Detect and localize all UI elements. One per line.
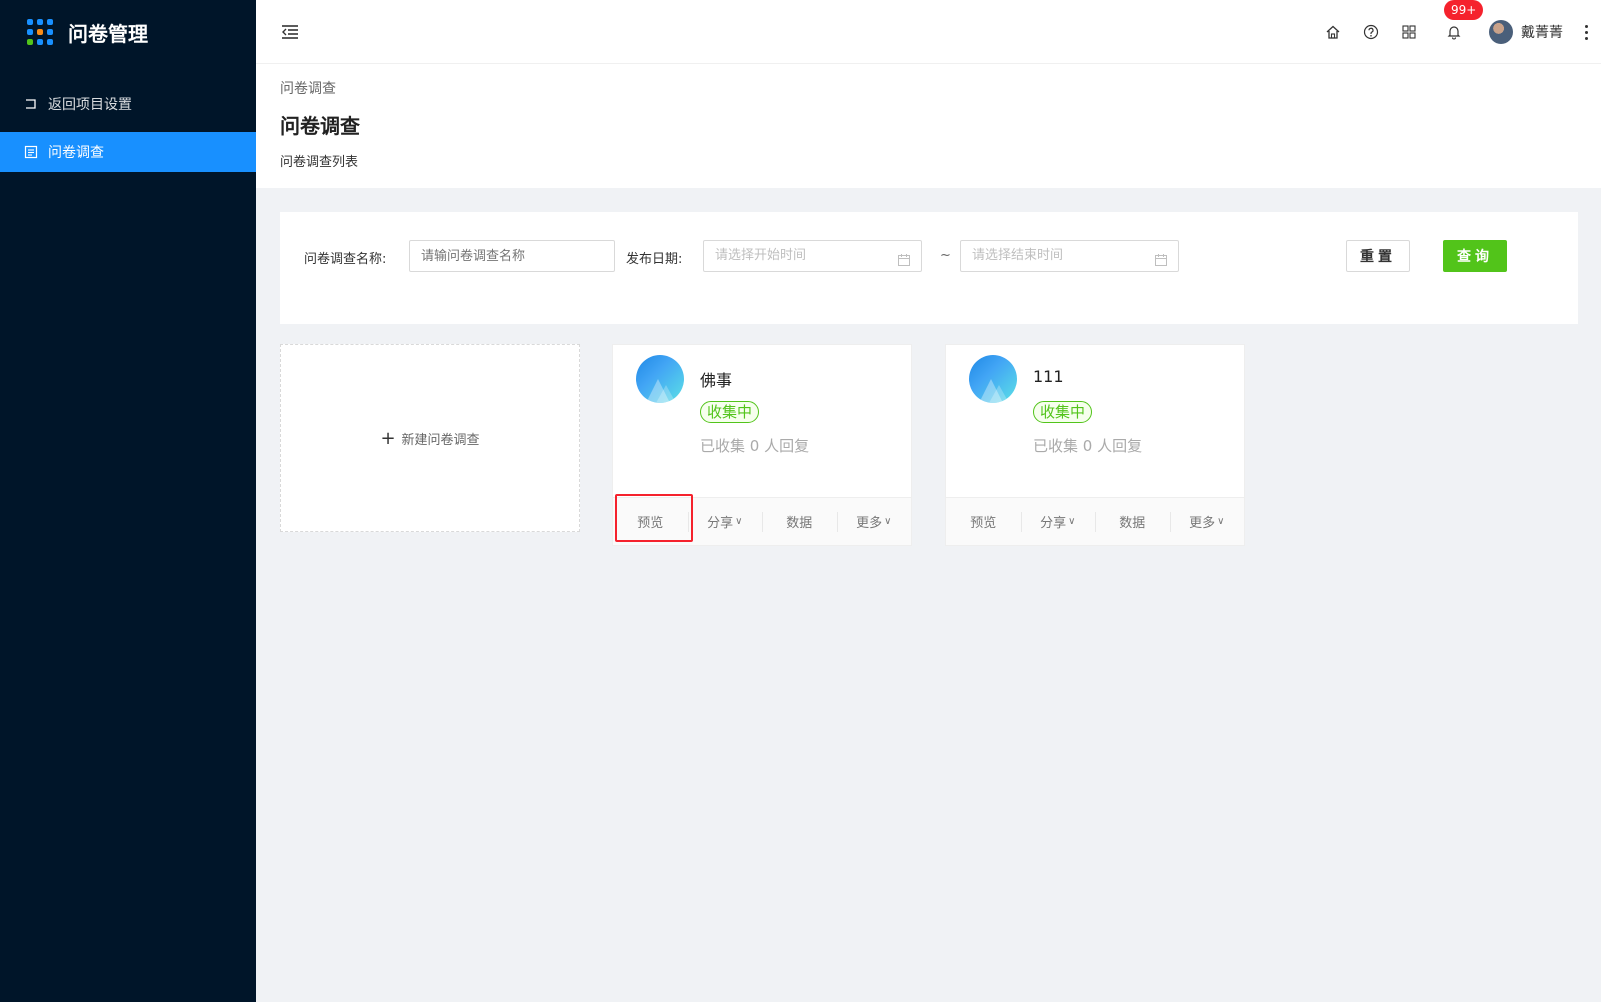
home-icon[interactable] <box>1323 22 1343 42</box>
avatar[interactable] <box>1489 20 1513 44</box>
header-actions: 99+ 戴菁菁 <box>1314 0 1591 64</box>
calendar-icon <box>1154 249 1168 266</box>
survey-avatar <box>969 355 1017 403</box>
sidebar-item-label: 返回项目设置 <box>48 97 132 113</box>
collected-count: 已收集 0 人回复 <box>700 437 810 455</box>
chevron-down-icon: ∨ <box>1217 516 1225 527</box>
list-doc-icon <box>24 145 38 159</box>
data-button[interactable]: 数据 <box>1095 498 1170 545</box>
chevron-down-icon: ∨ <box>735 516 743 527</box>
app-title: 问卷管理 <box>68 21 148 46</box>
share-dropdown[interactable]: 分享 ∨ <box>1020 498 1096 545</box>
more-vertical-icon[interactable] <box>1581 24 1591 40</box>
apps-icon[interactable] <box>1399 22 1419 42</box>
survey-name[interactable]: 佛事 <box>700 367 732 391</box>
end-date-picker[interactable]: 请选择结束时间 <box>960 240 1179 272</box>
survey-name[interactable]: 111 <box>1033 367 1064 386</box>
survey-name-input[interactable] <box>409 240 615 272</box>
collected-count: 已收集 0 人回复 <box>1033 437 1143 455</box>
start-date-picker[interactable]: 请选择开始时间 <box>703 240 922 272</box>
survey-avatar <box>636 355 684 403</box>
apps-grid-icon <box>27 19 53 45</box>
status-badge: 收集中 <box>1033 401 1093 423</box>
chevron-down-icon: ∨ <box>884 516 892 527</box>
sidebar-item-survey[interactable]: 问卷调查 <box>0 132 256 172</box>
new-survey-label: 新建问卷调查 <box>401 432 480 448</box>
page-description: 问卷调查列表 <box>280 155 359 170</box>
more-dropdown[interactable]: 更多 ∨ <box>1169 498 1245 545</box>
status-badge: 收集中 <box>700 401 760 423</box>
page-title: 问卷调查 <box>280 114 360 138</box>
help-icon[interactable] <box>1361 22 1381 42</box>
data-button[interactable]: 数据 <box>762 498 837 545</box>
sidebar-menu: 返回项目设置 问卷调查 <box>0 84 256 172</box>
top-header: 99+ 戴菁菁 <box>256 0 1601 64</box>
plus-icon: + <box>380 427 396 449</box>
start-date-placeholder: 请选择开始时间 <box>715 248 807 263</box>
logo: 问卷管理 <box>0 0 256 64</box>
publish-date-label: 发布日期: <box>626 252 683 267</box>
card-actions: 预览 分享 ∨ 数据 更多 ∨ <box>946 497 1244 545</box>
sidebar: 问卷管理 返回项目设置 问卷调查 <box>0 0 256 1002</box>
sidebar-item-label: 问卷调查 <box>48 145 104 161</box>
preview-button[interactable]: 预览 <box>946 498 1021 545</box>
page-header: 问卷调查 问卷调查 问卷调查列表 <box>256 64 1601 188</box>
date-separator: ~ <box>940 248 951 263</box>
new-survey-card[interactable]: + 新建问卷调查 <box>280 344 580 532</box>
reset-button[interactable]: 重置 <box>1346 240 1410 272</box>
return-icon <box>24 97 38 111</box>
sidebar-item-back-project-settings[interactable]: 返回项目设置 <box>0 84 256 124</box>
menu-fold-icon[interactable] <box>280 22 300 42</box>
share-dropdown[interactable]: 分享 ∨ <box>687 498 763 545</box>
search-form: 问卷调查名称: 发布日期: 请选择开始时间 ~ 请选择结束时间 重置 查询 <box>280 212 1578 324</box>
query-button[interactable]: 查询 <box>1443 240 1507 272</box>
end-date-placeholder: 请选择结束时间 <box>972 248 1064 263</box>
calendar-icon <box>897 249 911 266</box>
card-actions: 预览 分享 ∨ 数据 更多 ∨ <box>613 494 912 545</box>
username[interactable]: 戴菁菁 <box>1521 22 1563 42</box>
survey-card[interactable]: 111 收集中 已收集 0 人回复 预览 分享 ∨ 数据 更多 ∨ <box>945 344 1245 546</box>
bell-icon[interactable]: 99+ <box>1444 0 1484 42</box>
notification-badge: 99+ <box>1444 0 1484 20</box>
chevron-down-icon: ∨ <box>1068 516 1076 527</box>
breadcrumb[interactable]: 问卷调查 <box>280 78 1577 98</box>
more-dropdown[interactable]: 更多 ∨ <box>836 498 912 545</box>
survey-name-label: 问卷调查名称: <box>304 252 387 267</box>
survey-card[interactable]: 佛事 收集中 已收集 0 人回复 预览 分享 ∨ 数据 更多 ∨ <box>612 344 912 546</box>
preview-button[interactable]: 预览 <box>613 498 688 545</box>
